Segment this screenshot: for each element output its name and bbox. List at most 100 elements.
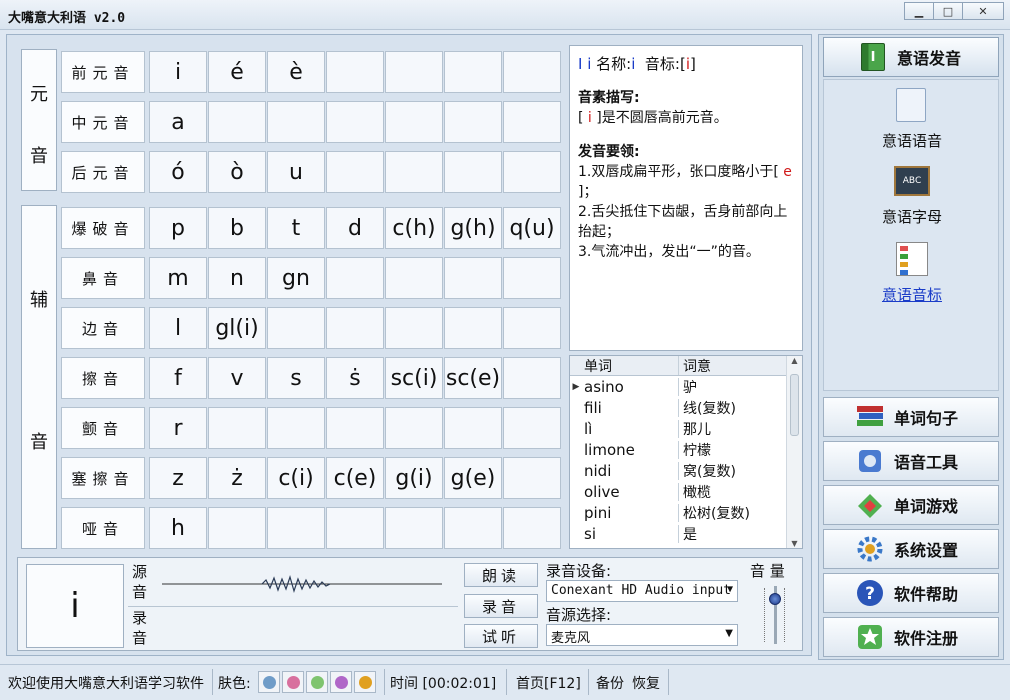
chevron-down-icon[interactable]: ▼ [727, 584, 733, 595]
word-cell: si [582, 524, 679, 543]
device-select[interactable]: Conexant HD Audio input ▼ [546, 580, 738, 602]
phoneme-cell[interactable]: u [267, 151, 325, 193]
skin-color-button[interactable] [330, 671, 352, 693]
phoneme-cell[interactable]: s [267, 357, 325, 399]
phoneme-cell[interactable]: t [267, 207, 325, 249]
phoneme-cell[interactable]: sc(e) [444, 357, 502, 399]
scroll-down-icon[interactable]: ▼ [787, 539, 802, 548]
nav-register[interactable]: 软件注册 [823, 617, 999, 657]
consonant-row-label: 哑音 [61, 507, 145, 549]
phoneme-cell[interactable]: ò [208, 151, 266, 193]
volume-knob[interactable] [769, 593, 781, 605]
scroll-thumb[interactable] [790, 374, 799, 436]
phoneme-cell[interactable]: a [149, 101, 207, 143]
nav-voice-tools[interactable]: 语音工具 [823, 441, 999, 481]
list-item[interactable]: nidi 窝(复数) [570, 460, 802, 481]
phoneme-cell[interactable]: l [149, 307, 207, 349]
chevron-down-icon[interactable]: ▼ [725, 628, 733, 639]
desc-text: [ i ]是不圆唇高前元音。 [578, 110, 728, 126]
phoneme-cell[interactable]: ṡ [326, 357, 384, 399]
games-icon [854, 489, 886, 521]
volume-slider[interactable] [760, 586, 790, 646]
phoneme-cell[interactable]: z [149, 457, 207, 499]
read-button[interactable]: 朗读 [464, 563, 538, 587]
word-list[interactable]: 单词 词意 ▶ asino 驴 fili 线(复数) lì 那儿 limone 柠檬 nidi 窝(… [569, 355, 803, 549]
consonant-row-label: 鼻音 [61, 257, 145, 299]
nav-settings[interactable]: 系统设置 [823, 529, 999, 569]
skin-color-button[interactable] [282, 671, 304, 693]
phoneme-cell[interactable]: v [208, 357, 266, 399]
col-meaning[interactable]: 词意 [679, 356, 783, 375]
phoneme-cell[interactable]: gl(i) [208, 307, 266, 349]
player-panel: i 源音 录音 朗读 录音 试听 录音设备: Conexant HD Audio… [17, 557, 803, 651]
backup-link[interactable]: 备份 [596, 673, 624, 693]
phoneme-cell[interactable]: g(h) [444, 207, 502, 249]
phoneme-cell[interactable]: ó [149, 151, 207, 193]
phoneme-cell[interactable]: p [149, 207, 207, 249]
color-swatch-icon [358, 675, 372, 689]
phoneme-cell[interactable]: f [149, 357, 207, 399]
home-link[interactable]: 首页[F12] [516, 673, 581, 693]
phoneme-cell[interactable]: c(e) [326, 457, 384, 499]
phoneme-cell[interactable]: c(i) [267, 457, 325, 499]
phoneme-cell[interactable]: n [208, 257, 266, 299]
phoneme-cell[interactable]: d [326, 207, 384, 249]
chart-list-icon[interactable] [896, 242, 928, 276]
word-cell: pini [582, 503, 679, 522]
col-word[interactable]: 单词 [582, 356, 679, 375]
phoneme-cell[interactable]: sc(i) [385, 357, 443, 399]
phoneme-cell [444, 257, 502, 299]
notebook-icon[interactable] [896, 88, 926, 122]
phoneme-cell[interactable]: ż [208, 457, 266, 499]
phoneme-cell[interactable]: b [208, 207, 266, 249]
phoneme-cell [503, 51, 561, 93]
phoneme-cell[interactable]: g(i) [385, 457, 443, 499]
meaning-cell: 是 [683, 526, 697, 543]
list-item[interactable]: si 是 [570, 523, 802, 544]
title-bar: 大嘴意大利语 v2.0 ▁ □ ✕ [0, 0, 1010, 30]
list-item[interactable]: lì 那儿 [570, 418, 802, 439]
phoneme-cell[interactable]: g(e) [444, 457, 502, 499]
nav-help[interactable]: ? 软件帮助 [823, 573, 999, 613]
blackboard-icon[interactable]: ABC [894, 166, 930, 196]
record-button[interactable]: 录音 [464, 594, 538, 618]
source-select[interactable]: 麦克风 ▼ [546, 624, 738, 646]
phoneme-cell[interactable]: é [208, 51, 266, 93]
skin-color-button[interactable] [258, 671, 280, 693]
subnav-phonetics[interactable]: 意语语音 [824, 130, 1000, 151]
vowel-group-label-1: 元 [30, 84, 48, 105]
close-button[interactable]: ✕ [962, 2, 1004, 20]
list-item[interactable]: limone 柠檬 [570, 439, 802, 460]
list-item[interactable]: ▶ asino 驴 [570, 376, 802, 397]
phoneme-cell[interactable]: m [149, 257, 207, 299]
phoneme-cell[interactable]: h [149, 507, 207, 549]
nav-word-games[interactable]: 单词游戏 [823, 485, 999, 525]
restore-link[interactable]: 恢复 [632, 673, 660, 693]
skin-color-button[interactable] [306, 671, 328, 693]
maximize-button[interactable]: □ [933, 2, 963, 20]
phoneme-cell [503, 101, 561, 143]
scroll-up-icon[interactable]: ▲ [787, 356, 802, 365]
phoneme-cell[interactable]: r [149, 407, 207, 449]
phoneme-cell [444, 101, 502, 143]
phoneme-cell[interactable]: gn [267, 257, 325, 299]
phoneme-cell[interactable]: è [267, 51, 325, 93]
minimize-button[interactable]: ▁ [904, 2, 934, 20]
list-item[interactable]: pini 松树(复数) [570, 502, 802, 523]
phoneme-cell[interactable]: q(u) [503, 207, 561, 249]
listen-button[interactable]: 试听 [464, 624, 538, 648]
current-letter: i [26, 564, 124, 648]
nav-words-sentences[interactable]: 单词句子 [823, 397, 999, 437]
skin-color-button[interactable] [354, 671, 376, 693]
phoneme-cell[interactable]: i [149, 51, 207, 93]
phoneme-table: 元 音 辅 音 前元音 i é è 中元音 a 后元音 ó ò u 爆破音 p b t d c(h) g(h) q… [21, 45, 567, 553]
welcome-text: 欢迎使用大嘴意大利语学习软件 [8, 676, 204, 692]
subnav-alphabet[interactable]: 意语字母 [824, 206, 1000, 227]
list-item[interactable]: olive 橄榄 [570, 481, 802, 502]
phoneme-cell[interactable]: c(h) [385, 207, 443, 249]
list-item[interactable]: fili 线(复数) [570, 397, 802, 418]
desc-title: 音素描写: [578, 90, 640, 106]
word-list-scrollbar[interactable]: ▲ ▼ [786, 356, 802, 548]
nav-pronunciation[interactable]: I 意语发音 [823, 37, 999, 77]
subnav-ipa[interactable]: 意语音标 [824, 284, 1000, 305]
